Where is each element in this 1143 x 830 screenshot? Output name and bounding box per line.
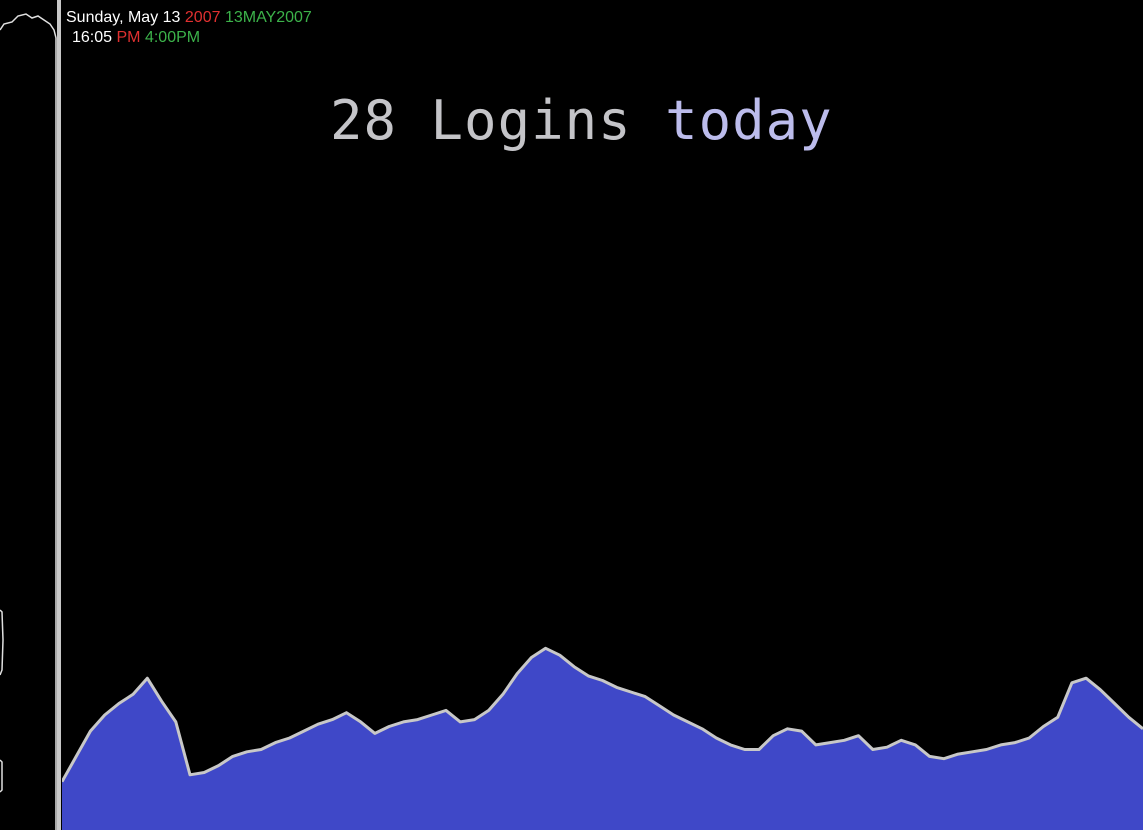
login-count-headline: 28 Logins today [330, 86, 833, 156]
login-activity-chart [62, 646, 1143, 830]
clock-ampm: PM [116, 29, 141, 46]
clock-time-row: 16:05 PM 4:00PM [66, 28, 312, 48]
login-count: 28 [330, 89, 398, 152]
left-edge-mark-lower [0, 759, 3, 793]
clock-time-alt: 4:00PM [144, 29, 201, 46]
vertical-divider [57, 0, 61, 830]
clock-date-code: 13MAY2007 [224, 9, 312, 26]
left-edge-mark [0, 609, 4, 676]
left-panel-border [0, 13, 57, 830]
clock-date-row: Sunday, May 13 2007 13MAY2007 [66, 8, 312, 28]
clock-day-date: Sunday, May 13 [66, 9, 181, 26]
left-strip-outline [0, 13, 57, 830]
clock-time: 16:05 [72, 29, 113, 46]
today-label: today [665, 89, 833, 152]
clock-widget: Sunday, May 13 2007 13MAY2007 16:05 PM 4… [66, 8, 312, 48]
logins-label: Logins [430, 89, 632, 152]
chart-area-fill [62, 648, 1143, 830]
clock-year: 2007 [184, 9, 221, 26]
